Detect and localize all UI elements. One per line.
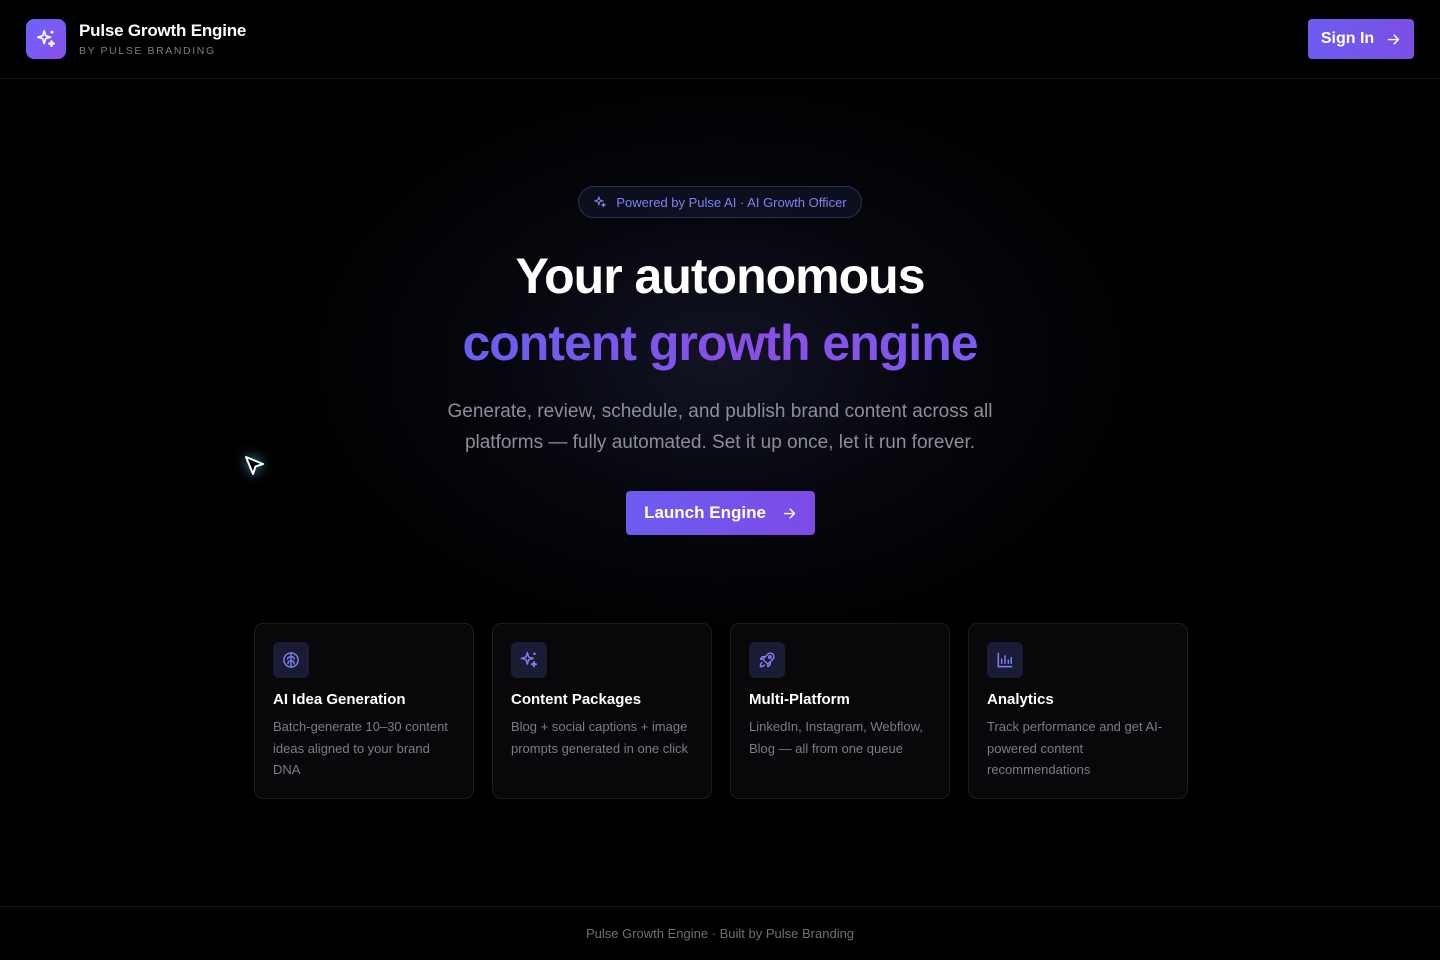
brand-subtitle: BY PULSE BRANDING [79, 45, 216, 57]
feature-card-multi-platform[interactable]: Multi-Platform LinkedIn, Instagram, Webf… [730, 623, 950, 799]
footer-text: Pulse Growth Engine · Built by Pulse Bra… [585, 926, 855, 941]
arrow-right-icon [1387, 33, 1400, 45]
launch-engine-button[interactable]: Launch Engine [626, 491, 815, 535]
footer: Pulse Growth Engine · Built by Pulse Bra… [0, 906, 1440, 960]
feature-card-ai-idea-generation[interactable]: AI Idea Generation Batch-generate 10–30 … [254, 623, 474, 799]
feature-card-analytics[interactable]: Analytics Track performance and get AI-p… [968, 623, 1188, 799]
bar-chart-icon [987, 642, 1023, 678]
badge-text: Powered by Pulse AI · AI Growth Officer [616, 194, 847, 210]
feature-description: Batch-generate 10–30 content ideas align… [273, 719, 448, 777]
brain-icon [273, 642, 309, 678]
headline-line-1: Your autonomous [515, 248, 925, 304]
headline-line-2: content growth engine [0, 313, 1440, 373]
feature-title: Content Packages [511, 691, 642, 708]
top-header: Pulse Growth Engine BY PULSE BRANDING Si… [0, 0, 1440, 79]
feature-card-content-packages[interactable]: Content Packages Blog + social captions … [492, 623, 712, 799]
mouse-pointer-icon [245, 456, 264, 475]
sparkles-logo-icon [26, 19, 66, 59]
feature-title: Analytics [987, 691, 1054, 708]
arrow-right-icon [783, 507, 796, 519]
feature-description: Blog + social captions + image prompts g… [511, 719, 689, 756]
feature-title: AI Idea Generation [273, 691, 406, 708]
feature-description: Track performance and get AI-powered con… [987, 719, 1163, 777]
hero-subtitle: Generate, review, schedule, and publish … [447, 401, 993, 453]
landing-page: Pulse Growth Engine BY PULSE BRANDING Si… [0, 0, 1440, 960]
sparkles-icon [511, 642, 547, 678]
brand-text: Pulse Growth Engine BY PULSE BRANDING [79, 21, 246, 57]
sign-in-label: Sign In [1320, 30, 1375, 47]
powered-by-badge: Powered by Pulse AI · AI Growth Officer [578, 186, 862, 218]
sparkles-icon [594, 196, 607, 208]
headline-accent-text: content growth engine [462, 315, 978, 371]
sign-in-button[interactable]: Sign In [1308, 19, 1414, 59]
launch-engine-label: Launch Engine [644, 503, 766, 522]
rocket-icon [749, 642, 785, 678]
brand[interactable]: Pulse Growth Engine BY PULSE BRANDING [26, 19, 246, 59]
brand-title: Pulse Growth Engine [79, 21, 247, 40]
feature-title: Multi-Platform [749, 691, 850, 708]
feature-description: LinkedIn, Instagram, Webflow, Blog — all… [749, 719, 923, 756]
